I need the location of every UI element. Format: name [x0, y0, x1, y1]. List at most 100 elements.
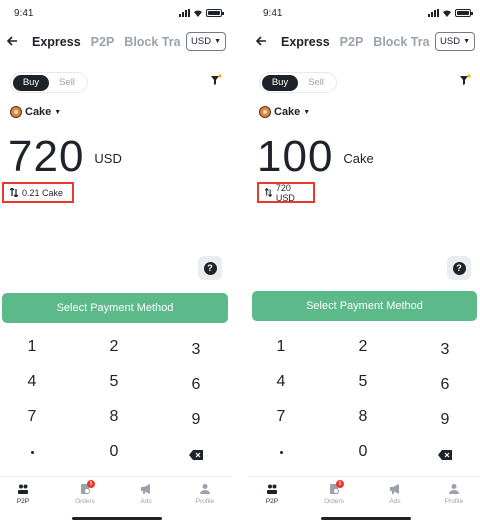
wifi-icon — [194, 10, 202, 17]
tabbar-item-p2p[interactable]: P2P — [252, 483, 292, 505]
orders-badge: 5 — [336, 480, 344, 488]
tabbar-item-p2p[interactable]: P2P — [3, 483, 43, 505]
key-3[interactable]: 3 — [425, 338, 465, 362]
numeric-keypad: 1 2 3 4 5 6 7 8 9 0 — [0, 333, 232, 473]
tabbar-item-orders[interactable]: 5 Orders — [65, 480, 105, 505]
tab-express[interactable]: Express — [32, 35, 81, 49]
key-9[interactable]: 9 — [176, 408, 216, 432]
bottom-tab-bar: P2P 5 Orders Ads Profile — [0, 476, 232, 523]
key-4[interactable]: 4 — [12, 370, 52, 394]
key-1[interactable]: 1 — [12, 335, 52, 359]
phone-screen-left: 9:41 Express P2P Block Tra USD ▼ Buy Sel… — [0, 0, 232, 523]
key-2[interactable]: 2 — [94, 335, 134, 359]
backspace-key[interactable] — [425, 443, 465, 467]
tabbar-label: P2P — [16, 498, 30, 505]
tab-p2p[interactable]: P2P — [340, 35, 364, 49]
key-7[interactable]: 7 — [261, 405, 301, 429]
tabbar-item-orders[interactable]: 5 Orders — [314, 480, 354, 505]
question-mark-icon: ? — [452, 261, 466, 275]
status-icons — [179, 9, 224, 17]
key-1[interactable]: 1 — [261, 335, 301, 359]
conversion-value: 0.21 Cake — [22, 187, 64, 198]
key-6[interactable]: 6 — [176, 373, 216, 397]
numeric-keypad: 1 2 3 4 5 6 7 8 9 0 — [249, 333, 480, 473]
coin-selector[interactable]: Cake ▼ — [259, 106, 310, 118]
key-0[interactable]: 0 — [94, 440, 134, 464]
conversion-toggle[interactable]: 720 USD — [257, 182, 315, 203]
orders-badge: 5 — [87, 480, 95, 488]
buy-button[interactable]: Buy — [13, 74, 49, 91]
people-icon — [267, 484, 277, 494]
backspace-icon — [438, 450, 452, 460]
key-6[interactable]: 6 — [425, 373, 465, 397]
cake-coin-icon — [259, 106, 271, 118]
tabbar-item-ads[interactable]: Ads — [375, 483, 415, 505]
key-5[interactable]: 5 — [94, 370, 134, 394]
back-arrow-icon[interactable] — [6, 35, 18, 47]
key-0[interactable]: 0 — [343, 440, 383, 464]
tabbar-label: P2P — [265, 498, 279, 505]
tab-block-trade[interactable]: Block Tra — [373, 35, 429, 49]
tabbar-label: Orders — [75, 498, 95, 505]
home-indicator — [321, 517, 411, 520]
amount-value: 100 — [257, 132, 334, 181]
profile-icon — [200, 484, 210, 494]
conversion-toggle[interactable]: 0.21 Cake — [2, 182, 74, 203]
battery-icon — [206, 9, 224, 17]
back-arrow-icon[interactable] — [255, 35, 267, 47]
key-5[interactable]: 5 — [343, 370, 383, 394]
decimal-dot-icon — [279, 450, 283, 454]
select-payment-method-button[interactable]: Select Payment Method — [2, 293, 228, 323]
key-2[interactable]: 2 — [343, 335, 383, 359]
status-bar: 9:41 — [14, 8, 224, 22]
currency-selector[interactable]: USD ▼ — [435, 32, 475, 51]
tabbar-label: Ads — [389, 498, 401, 505]
buy-sell-toggle: Buy Sell — [10, 72, 88, 93]
profile-icon — [449, 484, 459, 494]
filter-icon[interactable] — [459, 74, 471, 86]
sell-button[interactable]: Sell — [298, 75, 334, 91]
key-8[interactable]: 8 — [343, 405, 383, 429]
help-button[interactable]: ? — [198, 256, 222, 280]
people-icon — [18, 484, 28, 494]
help-button[interactable]: ? — [447, 256, 471, 280]
key-3[interactable]: 3 — [176, 338, 216, 362]
filter-icon[interactable] — [210, 74, 222, 86]
key-8[interactable]: 8 — [94, 405, 134, 429]
currency-selector[interactable]: USD ▼ — [186, 32, 226, 51]
decimal-key[interactable] — [12, 440, 52, 464]
currency-label: USD — [440, 36, 461, 47]
buy-sell-toggle: Buy Sell — [259, 72, 337, 93]
backspace-key[interactable] — [176, 443, 216, 467]
coin-selector[interactable]: Cake ▼ — [10, 106, 61, 118]
sell-button[interactable]: Sell — [49, 75, 85, 91]
home-indicator — [72, 517, 162, 520]
question-mark-icon: ? — [203, 261, 217, 275]
bottom-tab-bar: P2P 5 Orders Ads Profile — [249, 476, 480, 523]
megaphone-icon — [390, 484, 399, 494]
status-time: 9:41 — [14, 8, 34, 19]
buy-button[interactable]: Buy — [262, 74, 298, 91]
tabbar-item-profile[interactable]: Profile — [434, 483, 474, 505]
tabbar-label: Profile — [444, 498, 464, 505]
key-9[interactable]: 9 — [425, 408, 465, 432]
tab-p2p[interactable]: P2P — [91, 35, 115, 49]
wifi-icon — [443, 10, 451, 17]
backspace-icon — [189, 450, 203, 460]
amount-display: 100 Cake — [257, 134, 374, 180]
chevron-down-icon: ▼ — [303, 108, 311, 116]
key-4[interactable]: 4 — [261, 370, 301, 394]
signal-icon — [179, 9, 190, 17]
tabbar-item-profile[interactable]: Profile — [185, 483, 225, 505]
conversion-value: 720 USD — [275, 182, 295, 203]
tab-block-trade[interactable]: Block Tra — [124, 35, 180, 49]
decimal-key[interactable] — [261, 440, 301, 464]
select-payment-method-button[interactable]: Select Payment Method — [252, 291, 477, 321]
key-7[interactable]: 7 — [12, 405, 52, 429]
swap-arrows-icon — [10, 188, 18, 197]
amount-unit: Cake — [343, 151, 374, 166]
tab-express[interactable]: Express — [281, 35, 330, 49]
swap-arrows-icon — [265, 188, 272, 197]
tabbar-item-ads[interactable]: Ads — [126, 483, 166, 505]
cake-coin-icon — [10, 106, 22, 118]
